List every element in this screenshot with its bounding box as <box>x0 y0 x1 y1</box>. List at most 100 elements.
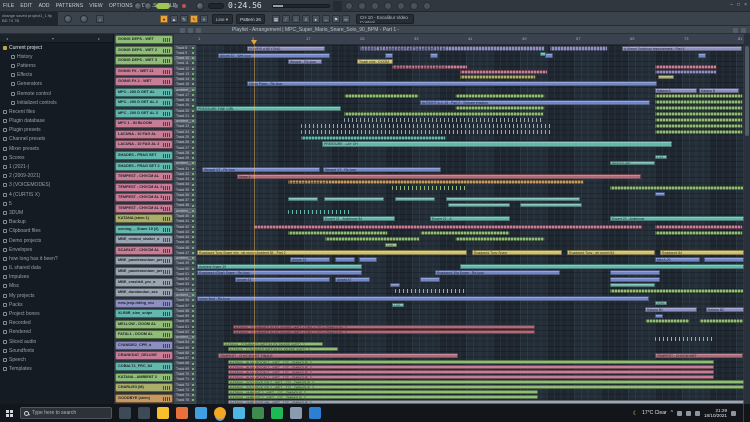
playlist-clip[interactable] <box>698 53 706 58</box>
picker-clip-tempest-chvcm-al-2[interactable]: TEMPEST - CHVCM AL 2 <box>115 183 173 192</box>
playlist-clip[interactable] <box>655 112 743 116</box>
playlist-clip[interactable]: Verse final - Re-loop <box>197 296 649 301</box>
playlist-clip[interactable] <box>301 130 551 134</box>
taskbar-app-firefox[interactable] <box>176 407 188 419</box>
playlist-clip[interactable]: Clean Piano - Re-loop <box>247 81 657 86</box>
playlist-clip[interactable] <box>655 70 717 74</box>
track-mute-led[interactable] <box>192 399 194 401</box>
playlist-clip[interactable]: Ambient Snare 19 <box>197 264 362 269</box>
playlist-clip[interactable]: KATANA - IN MA ROOM 2 - WET - 127 - OMIN… <box>228 370 714 374</box>
volume-icon[interactable] <box>686 411 691 416</box>
browser-item-soundfonts[interactable]: Soundfonts <box>0 346 113 355</box>
track-mute-led[interactable] <box>192 89 194 91</box>
browser-item-how-long-has-it-been-[interactable]: how long has it been? <box>0 254 113 263</box>
track-mute-led[interactable] <box>192 141 194 143</box>
track-mute-led[interactable] <box>192 241 194 243</box>
playlist-clip[interactable]: Katana B1 <box>645 307 697 312</box>
playlist-clip[interactable]: Weasel V2 - Re-loop <box>202 167 320 172</box>
playlist-clip[interactable] <box>288 231 388 235</box>
playlist-clip[interactable]: ALRIGHT_V2_0 84 ALRIGHT WET 84 ALRIGHT V… <box>360 46 545 51</box>
playlist-clip[interactable]: KATANA - COMBINED WET 84 FX SNARE (WET)_… <box>223 342 323 346</box>
mute-tool-icon[interactable]: ◌ <box>292 15 300 23</box>
menu-file[interactable]: FILE <box>3 3 14 9</box>
playlist-clip[interactable]: A (Keep) Switchup improvement - Part 4 <box>622 46 742 51</box>
picker-clip-katana-stem-1-[interactable]: KATANA (stem 1) <box>115 214 173 223</box>
track-mute-led[interactable] <box>192 305 194 307</box>
clip-area[interactable]: KOMPIS A BEYONDALRIGHT_V2_0 84 ALRIGHT W… <box>196 45 744 404</box>
playlist-clip[interactable]: Alright A7 <box>335 277 370 282</box>
channel-info-box[interactable]: CH 10 - Excalibur Video Control <box>356 14 414 24</box>
picker-clip-mbe-rewind-shaker-a[interactable]: MBE_rewind_shaker_a <box>115 235 173 244</box>
playlist-clip[interactable]: WEASEL V2 84 ALRIGHT WET 84 <box>392 65 468 69</box>
track-mute-led[interactable] <box>192 336 194 338</box>
picker-clip-tempest-chvcm-al-3[interactable]: TEMPEST - CHVCM AL 3 <box>115 193 173 202</box>
wait-icon[interactable] <box>358 2 366 10</box>
track-mute-led[interactable] <box>192 215 194 217</box>
track-mute-led[interactable] <box>192 220 194 222</box>
browser-item-backup[interactable]: Backup <box>0 218 113 227</box>
track-mute-led[interactable] <box>192 62 194 64</box>
menu-add[interactable]: ADD <box>39 3 50 9</box>
playlist-clip[interactable]: KATANA - IN MA ROOM 2 - WET - 127 - OMIN… <box>228 360 714 364</box>
track-mute-led[interactable] <box>192 384 194 386</box>
playlist-clip[interactable] <box>655 94 743 98</box>
multilink-icon[interactable] <box>410 2 418 10</box>
browser-tab3-icon[interactable]: ▸ <box>98 36 100 41</box>
browser-item-current-project[interactable]: Current project <box>0 43 113 52</box>
browser-item-5[interactable]: 5 <box>0 199 113 208</box>
picker-clip-somlog-snare-19-2-[interactable]: somlog_-_Snare 19 (2) <box>115 225 173 234</box>
track-mute-led[interactable] <box>192 226 194 228</box>
track-mute-led[interactable] <box>192 357 194 359</box>
track-mute-led[interactable] <box>192 168 194 170</box>
playlist-clip[interactable] <box>655 65 717 69</box>
picker-clip-katana-ambient-2[interactable]: KATANA - AMBIENT 2 <box>115 373 173 382</box>
playlist-clip[interactable]: Roadwork Tony Snare <box>472 250 562 255</box>
browser-item-initialized-controls[interactable]: Initialized controls <box>0 98 113 107</box>
track-mute-led[interactable] <box>192 205 194 207</box>
playlist-scrollbar[interactable] <box>744 34 750 404</box>
playlist-clip[interactable]: LAY <box>655 155 667 159</box>
playlist-clip[interactable] <box>301 136 446 140</box>
track-mute-led[interactable] <box>192 99 194 101</box>
track-mute-led[interactable] <box>192 341 194 343</box>
playlist-clip[interactable] <box>420 277 440 282</box>
playlist-clip[interactable] <box>301 124 551 128</box>
track-mute-led[interactable] <box>192 373 194 375</box>
track-mute-led[interactable] <box>192 52 194 54</box>
paint-tool-icon[interactable]: ✎ <box>190 15 198 23</box>
slip-tool-icon[interactable]: ↔ <box>322 15 330 23</box>
tray-expand-icon[interactable]: ^ <box>671 410 673 416</box>
track-mute-led[interactable] <box>192 83 194 85</box>
magnet-icon[interactable] <box>188 28 193 33</box>
browser-item-3-voicemodes-[interactable]: 3 (VOICEMODES) <box>0 181 113 190</box>
track-mute-led[interactable] <box>192 278 194 280</box>
playlist-close-icon[interactable] <box>741 28 746 33</box>
metronome-icon[interactable] <box>345 2 353 10</box>
track-mute-led[interactable] <box>192 178 194 180</box>
song-position-bar[interactable] <box>272 4 330 8</box>
track-mute-led[interactable] <box>192 257 194 259</box>
playlist-clip[interactable]: Katana B2 <box>706 307 744 312</box>
playlist-clip[interactable] <box>344 94 419 98</box>
taskbar-app-spotify[interactable] <box>271 407 283 419</box>
track-mute-led[interactable] <box>192 189 194 191</box>
picker-clip-mpc-200-d-get-al-3[interactable]: MPC - 200 D GET AL 3 <box>115 109 173 118</box>
track-mute-led[interactable] <box>192 152 194 154</box>
track-mute-led[interactable] <box>192 115 194 117</box>
track-mute-led[interactable] <box>192 378 194 380</box>
close-icon[interactable]: × <box>744 2 747 9</box>
playlist-clip[interactable] <box>392 186 468 190</box>
picker-clip-lacuna-10-fag-al-2[interactable]: LACUNA - 10 FAG AL 2 <box>115 140 173 149</box>
playlist-clip[interactable]: KATANA - GOODBYE GB 2 - WET - 127 - OMIN… <box>228 380 744 384</box>
track-mute-led[interactable] <box>192 94 194 96</box>
playlist-clip[interactable]: PRESSURE <box>610 161 655 165</box>
picker-clip-going-deps-wet[interactable]: GOING DEPS - WET <box>115 35 173 44</box>
playlist-clip[interactable] <box>655 130 743 134</box>
track-mute-led[interactable] <box>192 194 194 196</box>
taskbar-app-paint[interactable] <box>309 407 321 419</box>
playlist-clip[interactable] <box>344 112 544 116</box>
playlist-clip[interactable] <box>390 283 400 287</box>
loop-tool-icon[interactable]: ∞ <box>342 15 350 23</box>
playlist-clip[interactable]: Katana A <box>655 88 697 93</box>
playlist-clip[interactable] <box>520 203 582 207</box>
